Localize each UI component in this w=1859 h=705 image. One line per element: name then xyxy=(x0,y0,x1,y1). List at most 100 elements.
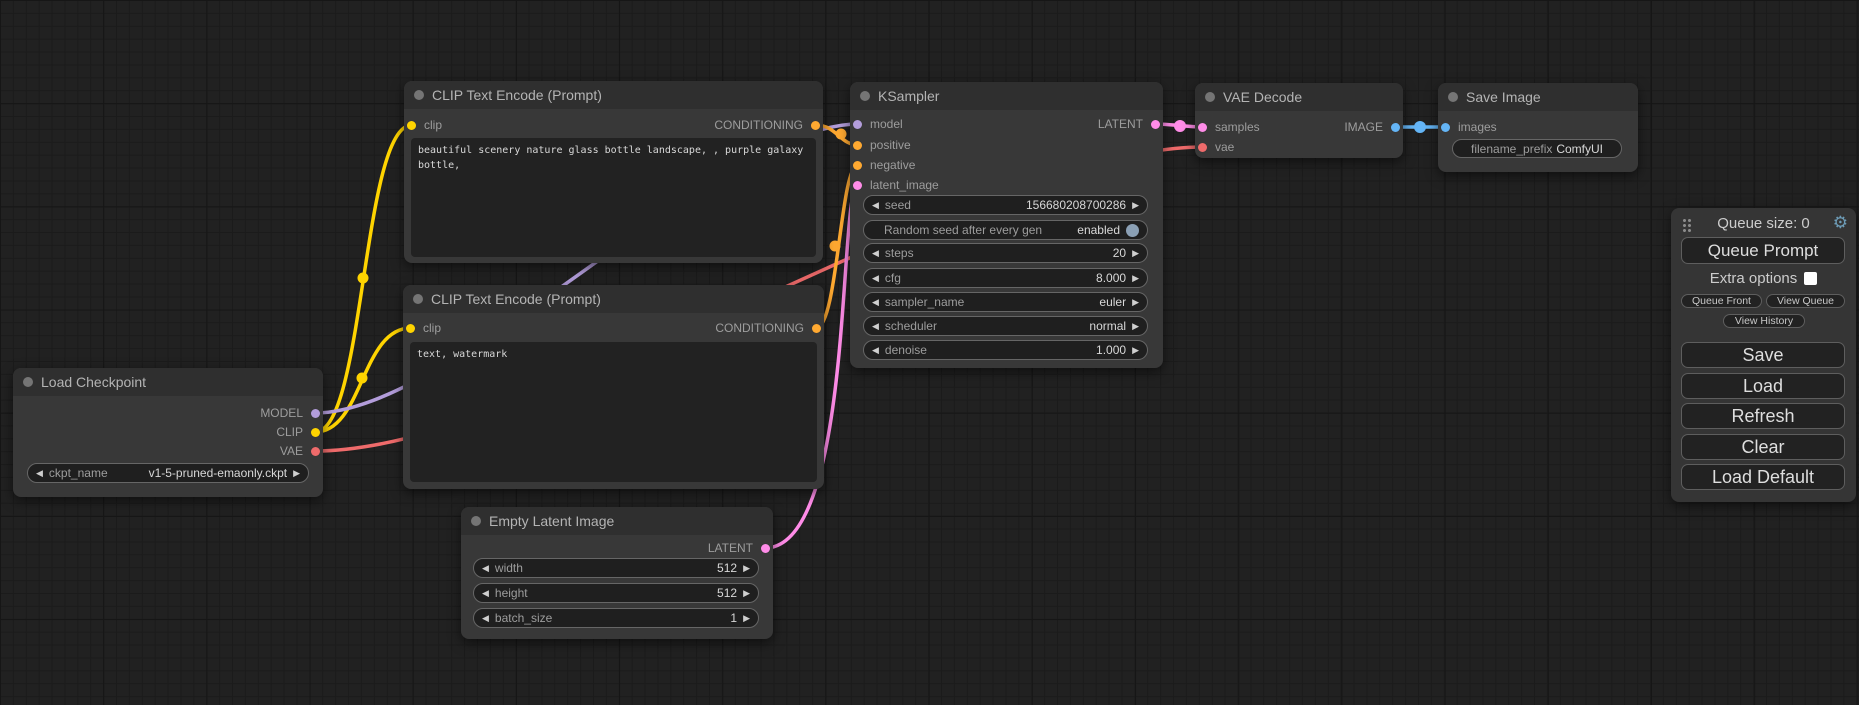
clear-button[interactable]: Clear xyxy=(1681,434,1845,460)
input-slot-latent-image[interactable]: latent_image xyxy=(853,177,939,193)
negative-prompt-textarea[interactable]: text, watermark xyxy=(410,342,817,482)
increment-arrow-icon[interactable]: ▶ xyxy=(743,589,750,598)
collapse-dot-icon[interactable] xyxy=(1448,92,1458,102)
increment-arrow-icon[interactable]: ▶ xyxy=(293,469,300,478)
collapse-dot-icon[interactable] xyxy=(1205,92,1215,102)
increment-arrow-icon[interactable]: ▶ xyxy=(1132,201,1139,210)
graph-canvas[interactable]: { "icons": { "gear": "⚙", "decrement": "… xyxy=(0,0,1859,705)
output-slot-conditioning[interactable]: CONDITIONING xyxy=(714,117,820,133)
conditioning-output-dot-icon[interactable] xyxy=(812,324,821,333)
decrement-arrow-icon[interactable]: ◀ xyxy=(872,298,879,307)
negative-input-dot-icon[interactable] xyxy=(853,161,862,170)
input-slot-model[interactable]: model xyxy=(853,116,903,132)
node-vae-decode[interactable]: VAE Decode samples vae IMAGE xyxy=(1195,83,1403,158)
ckpt-name-widget[interactable]: ◀ ckpt_name v1-5-pruned-emaonly.ckpt ▶ xyxy=(27,463,309,483)
denoise-widget[interactable]: ◀ denoise 1.000 ▶ xyxy=(863,340,1148,360)
steps-widget[interactable]: ◀ steps 20 ▶ xyxy=(863,243,1148,263)
input-slot-clip[interactable]: clip xyxy=(406,320,441,336)
conditioning-output-dot-icon[interactable] xyxy=(811,121,820,130)
node-title-bar[interactable]: Save Image xyxy=(1438,83,1638,111)
clip-output-dot-icon[interactable] xyxy=(311,428,320,437)
increment-arrow-icon[interactable]: ▶ xyxy=(1132,274,1139,283)
decrement-arrow-icon[interactable]: ◀ xyxy=(872,346,879,355)
images-input-dot-icon[interactable] xyxy=(1441,123,1450,132)
input-slot-samples[interactable]: samples xyxy=(1198,119,1260,135)
decrement-arrow-icon[interactable]: ◀ xyxy=(482,589,489,598)
random-seed-widget[interactable]: Random seed after every gen enabled xyxy=(863,220,1148,240)
output-slot-vae[interactable]: VAE xyxy=(280,443,320,459)
positive-prompt-textarea[interactable]: beautiful scenery nature glass bottle la… xyxy=(411,138,816,257)
collapse-dot-icon[interactable] xyxy=(413,294,423,304)
increment-arrow-icon[interactable]: ▶ xyxy=(1132,249,1139,258)
output-slot-conditioning[interactable]: CONDITIONING xyxy=(715,320,821,336)
node-load-checkpoint[interactable]: Load Checkpoint MODEL CLIP VAE ◀ ckpt_na… xyxy=(13,368,323,497)
output-slot-clip[interactable]: CLIP xyxy=(276,424,320,440)
collapse-dot-icon[interactable] xyxy=(23,377,33,387)
collapse-dot-icon[interactable] xyxy=(414,90,424,100)
batch-size-widget[interactable]: ◀ batch_size 1 ▶ xyxy=(473,608,759,628)
latent-output-dot-icon[interactable] xyxy=(761,544,770,553)
clip-input-dot-icon[interactable] xyxy=(407,121,416,130)
output-slot-latent[interactable]: LATENT xyxy=(708,540,770,556)
input-slot-negative[interactable]: negative xyxy=(853,157,915,173)
collapse-dot-icon[interactable] xyxy=(471,516,481,526)
vae-input-dot-icon[interactable] xyxy=(1198,143,1207,152)
node-title-bar[interactable]: Load Checkpoint xyxy=(13,368,323,396)
output-slot-image[interactable]: IMAGE xyxy=(1344,119,1400,135)
gear-icon[interactable]: ⚙ xyxy=(1833,213,1848,233)
model-output-dot-icon[interactable] xyxy=(311,409,320,418)
decrement-arrow-icon[interactable]: ◀ xyxy=(482,614,489,623)
latent-output-dot-icon[interactable] xyxy=(1151,120,1160,129)
node-save-image[interactable]: Save Image images filename_prefix ComfyU… xyxy=(1438,83,1638,172)
queue-front-button[interactable]: Queue Front xyxy=(1681,294,1762,308)
view-history-button[interactable]: View History xyxy=(1723,314,1805,328)
increment-arrow-icon[interactable]: ▶ xyxy=(743,564,750,573)
increment-arrow-icon[interactable]: ▶ xyxy=(1132,322,1139,331)
increment-arrow-icon[interactable]: ▶ xyxy=(1132,298,1139,307)
positive-input-dot-icon[interactable] xyxy=(853,141,862,150)
filename-prefix-widget[interactable]: filename_prefix ComfyUI xyxy=(1452,139,1622,158)
decrement-arrow-icon[interactable]: ◀ xyxy=(36,469,43,478)
node-title-bar[interactable]: VAE Decode xyxy=(1195,83,1403,111)
model-input-dot-icon[interactable] xyxy=(853,120,862,129)
decrement-arrow-icon[interactable]: ◀ xyxy=(482,564,489,573)
node-title-bar[interactable]: CLIP Text Encode (Prompt) xyxy=(404,81,823,109)
height-widget[interactable]: ◀ height 512 ▶ xyxy=(473,583,759,603)
output-slot-model[interactable]: MODEL xyxy=(260,405,320,421)
node-title-bar[interactable]: CLIP Text Encode (Prompt) xyxy=(403,285,824,313)
output-slot-latent[interactable]: LATENT xyxy=(1098,116,1160,132)
width-widget[interactable]: ◀ width 512 ▶ xyxy=(473,558,759,578)
seed-widget[interactable]: ◀ seed 156680208700286 ▶ xyxy=(863,195,1148,215)
node-title-bar[interactable]: Empty Latent Image xyxy=(461,507,773,535)
refresh-button[interactable]: Refresh xyxy=(1681,403,1845,429)
node-ksampler[interactable]: KSampler model positive negative latent_… xyxy=(850,82,1163,368)
input-slot-positive[interactable]: positive xyxy=(853,137,911,153)
save-button[interactable]: Save xyxy=(1681,342,1845,368)
collapse-dot-icon[interactable] xyxy=(860,91,870,101)
increment-arrow-icon[interactable]: ▶ xyxy=(1132,346,1139,355)
queue-prompt-button[interactable]: Queue Prompt xyxy=(1681,237,1845,264)
seed-toggle-icon[interactable] xyxy=(1126,224,1139,237)
image-output-dot-icon[interactable] xyxy=(1391,123,1400,132)
decrement-arrow-icon[interactable]: ◀ xyxy=(872,201,879,210)
extra-options-checkbox[interactable] xyxy=(1804,272,1817,285)
scheduler-widget[interactable]: ◀ scheduler normal ▶ xyxy=(863,316,1148,336)
vae-output-dot-icon[interactable] xyxy=(311,447,320,456)
latent-input-dot-icon[interactable] xyxy=(853,181,862,190)
node-title-bar[interactable]: KSampler xyxy=(850,82,1163,110)
node-clip-text-encode-negative[interactable]: CLIP Text Encode (Prompt) clip CONDITION… xyxy=(403,285,824,489)
decrement-arrow-icon[interactable]: ◀ xyxy=(872,322,879,331)
load-default-button[interactable]: Load Default xyxy=(1681,464,1845,490)
clip-input-dot-icon[interactable] xyxy=(406,324,415,333)
node-empty-latent-image[interactable]: Empty Latent Image LATENT ◀ width 512 ▶ … xyxy=(461,507,773,639)
node-clip-text-encode-positive[interactable]: CLIP Text Encode (Prompt) clip CONDITION… xyxy=(404,81,823,263)
cfg-widget[interactable]: ◀ cfg 8.000 ▶ xyxy=(863,268,1148,288)
view-queue-button[interactable]: View Queue xyxy=(1766,294,1845,308)
decrement-arrow-icon[interactable]: ◀ xyxy=(872,274,879,283)
samples-input-dot-icon[interactable] xyxy=(1198,123,1207,132)
input-slot-vae[interactable]: vae xyxy=(1198,139,1234,155)
input-slot-clip[interactable]: clip xyxy=(407,117,442,133)
sampler-name-widget[interactable]: ◀ sampler_name euler ▶ xyxy=(863,292,1148,312)
load-button[interactable]: Load xyxy=(1681,373,1845,399)
decrement-arrow-icon[interactable]: ◀ xyxy=(872,249,879,258)
